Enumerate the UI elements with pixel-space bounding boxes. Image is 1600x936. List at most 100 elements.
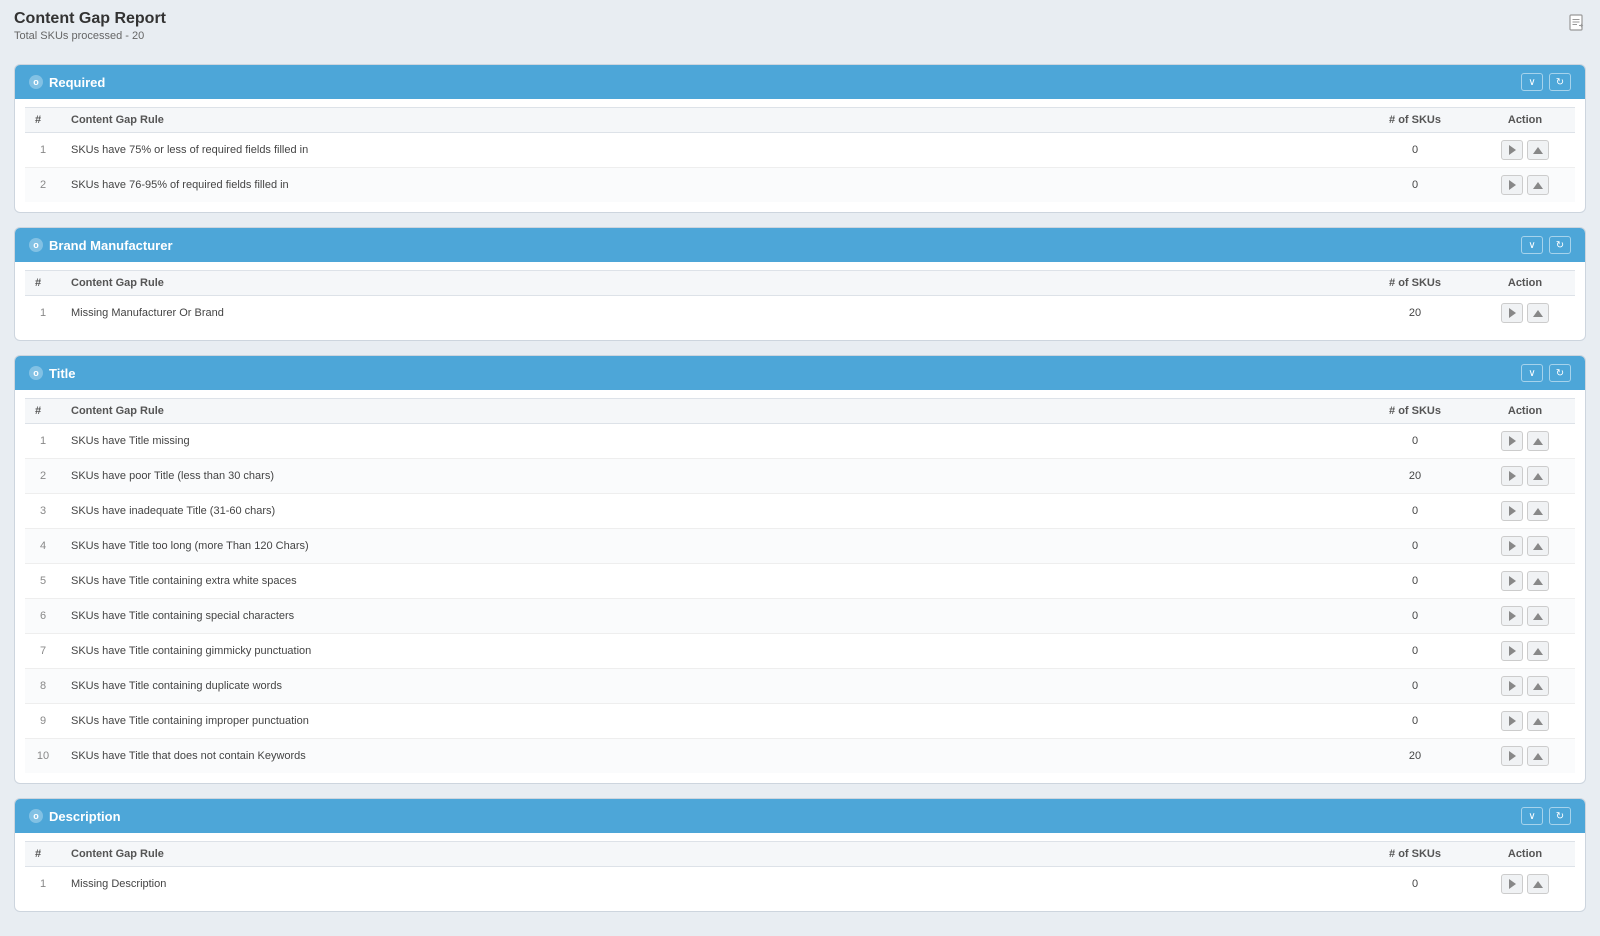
section-title: o Title ∨ ↻ # Content Gap Rule # of SKUs… [14, 355, 1586, 784]
section-header-left-brand-manufacturer: o Brand Manufacturer [29, 238, 173, 253]
row-num: 8 [25, 669, 61, 704]
export-button[interactable] [1527, 641, 1549, 661]
row-action [1475, 296, 1575, 331]
row-num: 1 [25, 133, 61, 168]
export-button[interactable] [1527, 536, 1549, 556]
table-wrapper-required: # Content Gap Rule # of SKUs Action 1 SK… [15, 99, 1585, 212]
play-icon [1509, 611, 1516, 621]
row-skus: 20 [1355, 739, 1475, 774]
section-header-actions-description: ∨ ↻ [1521, 807, 1571, 825]
table-row: 4 SKUs have Title too long (more Than 12… [25, 529, 1575, 564]
section-refresh-btn-required[interactable]: ↻ [1549, 73, 1571, 91]
page-title: Content Gap Report [14, 10, 166, 28]
action-btns [1485, 874, 1565, 894]
row-rule: SKUs have Title containing improper punc… [61, 704, 1355, 739]
table-row: 10 SKUs have Title that does not contain… [25, 739, 1575, 774]
play-button[interactable] [1501, 571, 1523, 591]
table-wrapper-description: # Content Gap Rule # of SKUs Action 1 Mi… [15, 833, 1585, 911]
play-button[interactable] [1501, 874, 1523, 894]
row-rule: SKUs have inadequate Title (31-60 chars) [61, 494, 1355, 529]
section-collapse-btn-title[interactable]: ∨ [1521, 364, 1543, 382]
page-subtitle: Total SKUs processed - 20 [14, 30, 166, 42]
section-collapse-btn-required[interactable]: ∨ [1521, 73, 1543, 91]
section-icon-brand-manufacturer: o [29, 238, 43, 252]
play-button[interactable] [1501, 711, 1523, 731]
export-button[interactable] [1527, 501, 1549, 521]
export-icon[interactable] [1568, 14, 1586, 37]
action-btns [1485, 711, 1565, 731]
col-header-skus: # of SKUs [1355, 108, 1475, 133]
play-button[interactable] [1501, 641, 1523, 661]
action-btns [1485, 501, 1565, 521]
table-header-row: # Content Gap Rule # of SKUs Action [25, 271, 1575, 296]
section-icon-title: o [29, 366, 43, 380]
section-title-required: Required [49, 75, 105, 90]
col-header-rule: Content Gap Rule [61, 842, 1355, 867]
play-button[interactable] [1501, 536, 1523, 556]
export-button[interactable] [1527, 874, 1549, 894]
section-collapse-btn-brand-manufacturer[interactable]: ∨ [1521, 236, 1543, 254]
section-title-title: Title [49, 366, 76, 381]
play-button[interactable] [1501, 676, 1523, 696]
export-button[interactable] [1527, 606, 1549, 626]
row-rule: SKUs have Title containing duplicate wor… [61, 669, 1355, 704]
export-button[interactable] [1527, 466, 1549, 486]
export-button[interactable] [1527, 746, 1549, 766]
play-button[interactable] [1501, 466, 1523, 486]
row-rule: SKUs have 75% or less of required fields… [61, 133, 1355, 168]
play-button[interactable] [1501, 501, 1523, 521]
row-skus: 0 [1355, 867, 1475, 902]
export-icon [1533, 683, 1543, 690]
export-icon [1533, 578, 1543, 585]
action-btns [1485, 641, 1565, 661]
play-button[interactable] [1501, 431, 1523, 451]
row-action [1475, 133, 1575, 168]
play-icon [1509, 541, 1516, 551]
sections-container: o Required ∨ ↻ # Content Gap Rule # of S… [14, 64, 1586, 912]
row-num: 5 [25, 564, 61, 599]
export-icon [1533, 310, 1543, 317]
action-btns [1485, 676, 1565, 696]
section-refresh-btn-title[interactable]: ↻ [1549, 364, 1571, 382]
row-num: 9 [25, 704, 61, 739]
export-icon [1533, 718, 1543, 725]
col-header-skus: # of SKUs [1355, 842, 1475, 867]
play-button[interactable] [1501, 303, 1523, 323]
export-button[interactable] [1527, 711, 1549, 731]
export-button[interactable] [1527, 175, 1549, 195]
play-button[interactable] [1501, 606, 1523, 626]
row-num: 6 [25, 599, 61, 634]
section-refresh-btn-description[interactable]: ↻ [1549, 807, 1571, 825]
table-wrapper-title: # Content Gap Rule # of SKUs Action 1 SK… [15, 390, 1585, 783]
row-skus: 0 [1355, 168, 1475, 203]
play-icon [1509, 180, 1516, 190]
play-button[interactable] [1501, 175, 1523, 195]
row-skus: 20 [1355, 296, 1475, 331]
table-header-row: # Content Gap Rule # of SKUs Action [25, 399, 1575, 424]
row-action [1475, 529, 1575, 564]
table-row: 2 SKUs have 76-95% of required fields fi… [25, 168, 1575, 203]
export-button[interactable] [1527, 571, 1549, 591]
table-row: 1 Missing Description 0 [25, 867, 1575, 902]
row-num: 2 [25, 459, 61, 494]
table-row: 8 SKUs have Title containing duplicate w… [25, 669, 1575, 704]
play-button[interactable] [1501, 746, 1523, 766]
section-collapse-btn-description[interactable]: ∨ [1521, 807, 1543, 825]
play-icon [1509, 145, 1516, 155]
export-button[interactable] [1527, 431, 1549, 451]
table-title: # Content Gap Rule # of SKUs Action 1 SK… [25, 398, 1575, 773]
export-button[interactable] [1527, 140, 1549, 160]
section-refresh-btn-brand-manufacturer[interactable]: ↻ [1549, 236, 1571, 254]
row-num: 4 [25, 529, 61, 564]
export-button[interactable] [1527, 303, 1549, 323]
row-rule: Missing Description [61, 867, 1355, 902]
section-icon-required: o [29, 75, 43, 89]
col-header-num: # [25, 271, 61, 296]
export-button[interactable] [1527, 676, 1549, 696]
table-row: 1 SKUs have Title missing 0 [25, 424, 1575, 459]
row-rule: SKUs have Title that does not contain Ke… [61, 739, 1355, 774]
row-skus: 0 [1355, 424, 1475, 459]
action-btns [1485, 606, 1565, 626]
play-button[interactable] [1501, 140, 1523, 160]
row-rule: SKUs have poor Title (less than 30 chars… [61, 459, 1355, 494]
